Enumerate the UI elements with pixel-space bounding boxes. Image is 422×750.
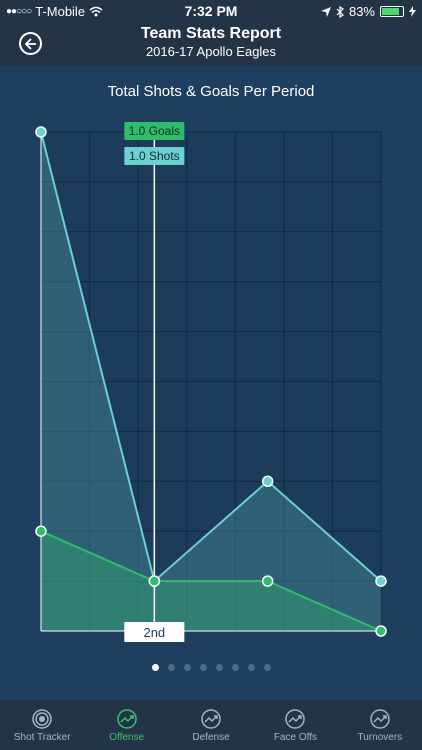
tab-face-offs[interactable]: Face Offs bbox=[253, 700, 337, 750]
tab-label: Offense bbox=[109, 732, 145, 743]
tab-shot-tracker[interactable]: Shot Tracker bbox=[0, 700, 84, 750]
page-indicator[interactable] bbox=[0, 664, 422, 671]
pager-dot[interactable] bbox=[231, 664, 239, 671]
pager-dot[interactable] bbox=[247, 664, 255, 671]
data-point-goals[interactable] bbox=[35, 525, 47, 537]
pager-dot[interactable] bbox=[263, 664, 271, 671]
battery-icon bbox=[380, 6, 404, 17]
pager-dot[interactable] bbox=[215, 664, 223, 671]
tooltip-shots: 1.0 Shots bbox=[129, 149, 180, 163]
tab-offense[interactable]: Offense bbox=[84, 700, 168, 750]
data-point-goals[interactable] bbox=[375, 625, 387, 637]
tab-bar: Shot Tracker Offense Defense Face Offs Turno… bbox=[0, 700, 422, 750]
pager-dot[interactable] bbox=[167, 664, 175, 671]
tooltip-goals: 1.0 Goals bbox=[129, 124, 180, 138]
page-subtitle: 2016-17 Apollo Eagles bbox=[145, 44, 277, 59]
battery-percent: 83% bbox=[348, 4, 375, 19]
target-icon bbox=[32, 709, 52, 729]
data-point-goals[interactable] bbox=[261, 575, 274, 587]
pager-dot[interactable] bbox=[183, 664, 191, 671]
page-title: Team Stats Report bbox=[140, 25, 282, 42]
chart-panel[interactable]: Total Shots & Goals Per Period 1.0 Goals… bbox=[0, 66, 422, 700]
tab-label: Defense bbox=[192, 732, 230, 743]
nav-bar: Team Stats Report 2016-17 Apollo Eagles bbox=[0, 22, 422, 66]
tab-label: Face Offs bbox=[273, 732, 317, 743]
data-point-shots[interactable] bbox=[261, 475, 274, 488]
pager-dot[interactable] bbox=[199, 664, 207, 671]
tab-label: Shot Tracker bbox=[13, 732, 71, 743]
area-chart[interactable]: 1.0 Goals 1.0 Shots 2nd bbox=[0, 66, 422, 656]
charging-icon bbox=[409, 6, 416, 17]
data-point-shots[interactable] bbox=[375, 575, 387, 587]
category-label: 2nd bbox=[143, 625, 165, 640]
data-point-shots[interactable] bbox=[35, 126, 47, 138]
trend-icon bbox=[370, 709, 390, 729]
data-point-goals[interactable] bbox=[148, 575, 161, 587]
location-icon bbox=[320, 6, 331, 17]
pager-dot[interactable] bbox=[151, 664, 159, 671]
bluetooth-icon bbox=[336, 5, 344, 18]
trend-icon bbox=[116, 709, 137, 729]
trend-icon bbox=[201, 709, 221, 729]
trend-icon bbox=[285, 709, 306, 729]
tab-defense[interactable]: Defense bbox=[169, 700, 253, 750]
tab-turnovers[interactable]: Turnovers bbox=[338, 700, 422, 750]
tab-label: Turnovers bbox=[357, 732, 403, 743]
status-bar: ●●○○○ T-Mobile 7:32 PM 83% bbox=[0, 0, 422, 22]
